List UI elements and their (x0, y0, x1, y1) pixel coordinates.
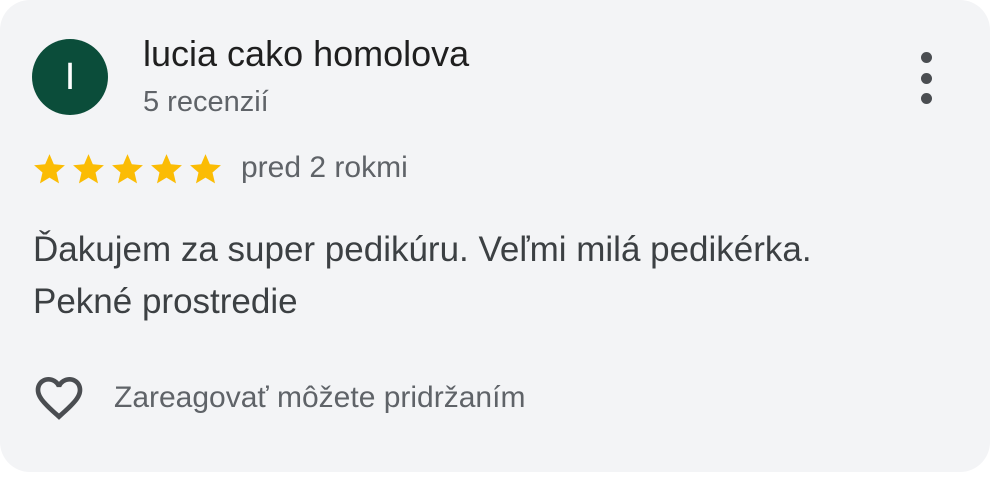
reaction-row: Zareagovať môžete pridržaním (30, 368, 525, 428)
more-vert-icon (920, 52, 932, 63)
review-text-line: Pekné prostredie (33, 282, 298, 321)
star-rating (31, 151, 224, 188)
reaction-hint: Zareagovať môžete pridržaním (114, 381, 526, 414)
review-text-line: Ďakujem za super pedikúru. Veľmi milá pe… (33, 230, 812, 269)
star-icon (190, 154, 221, 184)
more-options-button[interactable] (904, 52, 948, 104)
star-icon (151, 154, 182, 184)
star-icon (73, 154, 104, 184)
more-vert-icon (920, 72, 932, 84)
star-icon (34, 154, 65, 184)
heart-icon[interactable] (30, 370, 88, 426)
avatar[interactable]: I (32, 39, 108, 115)
star-icon (112, 154, 143, 184)
more-vert-icon (920, 93, 932, 104)
avatar-initial: I (64, 56, 76, 98)
author-review-count: 5 recenzií (143, 86, 269, 118)
review-time: pred 2 rokmi (241, 151, 408, 184)
review-card: I lucia cako homolova 5 recenzií pred 2 … (0, 0, 990, 472)
author-name[interactable]: lucia cako homolova (143, 33, 469, 75)
review-text: Ďakujem za super pedikúru. Veľmi milá pe… (33, 224, 933, 328)
